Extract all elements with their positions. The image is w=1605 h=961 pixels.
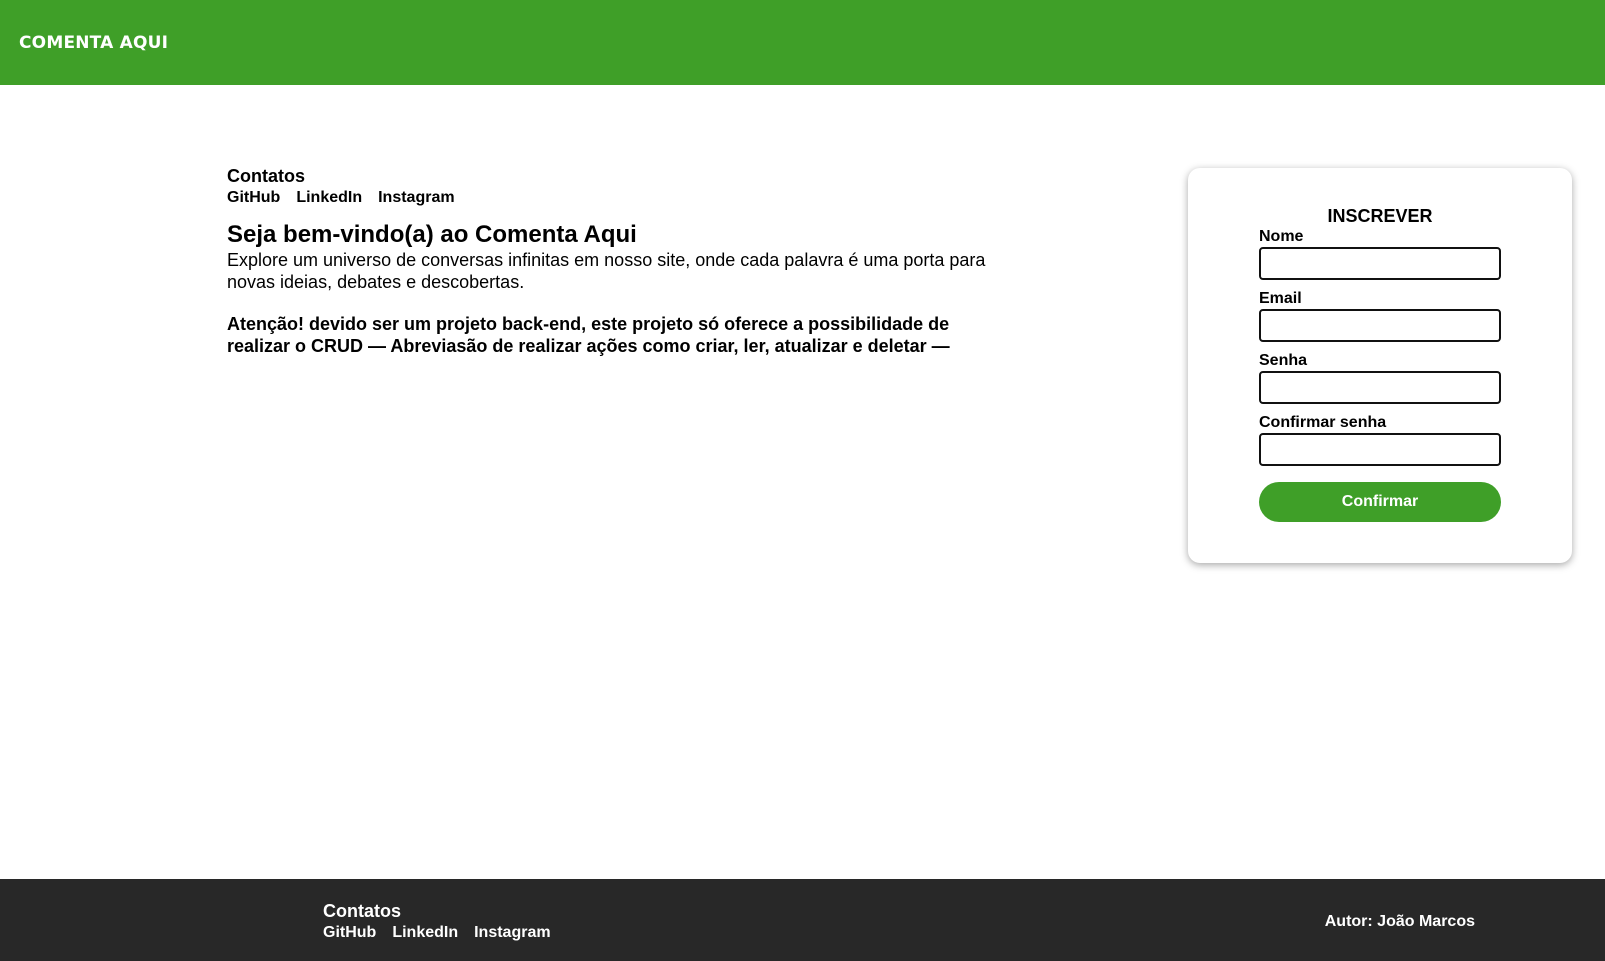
name-label: Nome: [1259, 228, 1304, 245]
footer-contacts-links: GitHub LinkedIn Instagram: [323, 923, 551, 943]
brand-logo-link[interactable]: COMENTA AQUI: [19, 33, 168, 53]
top-navbar: COMENTA AQUI: [0, 0, 1605, 85]
contacts-title: Contatos: [227, 166, 305, 186]
confirm-password-input[interactable]: [1259, 433, 1501, 466]
instagram-link[interactable]: Instagram: [378, 188, 454, 208]
welcome-title: Seja bem-vindo(a) ao Comenta Aqui: [227, 221, 637, 248]
contacts-links: GitHub LinkedIn Instagram: [227, 188, 1017, 208]
name-input[interactable]: [1259, 247, 1501, 280]
footer-linkedin-link[interactable]: LinkedIn: [392, 923, 458, 943]
welcome-text: Explore um universo de conversas infinit…: [227, 250, 986, 292]
github-link[interactable]: GitHub: [227, 188, 280, 208]
footer-github-link[interactable]: GitHub: [323, 923, 376, 943]
contacts-section: Contatos GitHub LinkedIn Instagram: [227, 165, 1017, 208]
main-content: Contatos GitHub LinkedIn Instagram Seja …: [227, 165, 1017, 357]
confirm-password-label: Confirmar senha: [1259, 414, 1387, 431]
confirm-button[interactable]: Confirmar: [1259, 482, 1501, 522]
email-input[interactable]: [1259, 309, 1501, 342]
footer-contacts-section: Contatos GitHub LinkedIn Instagram: [323, 900, 551, 943]
email-label: Email: [1259, 290, 1302, 307]
password-label: Senha: [1259, 352, 1308, 369]
footer-contacts-title: Contatos: [323, 901, 401, 921]
password-input[interactable]: [1259, 371, 1501, 404]
signup-card: INSCREVER Nome Email Senha Confirmar sen…: [1188, 168, 1572, 563]
footer: Contatos GitHub LinkedIn Instagram Autor…: [0, 879, 1605, 961]
footer-instagram-link[interactable]: Instagram: [474, 923, 550, 943]
crud-warning: Atenção! devido ser um projeto back-end,…: [227, 314, 950, 356]
author-credit: Autor: João Marcos: [1324, 913, 1475, 930]
signup-title: INSCREVER: [1327, 206, 1433, 226]
linkedin-link[interactable]: LinkedIn: [296, 188, 362, 208]
